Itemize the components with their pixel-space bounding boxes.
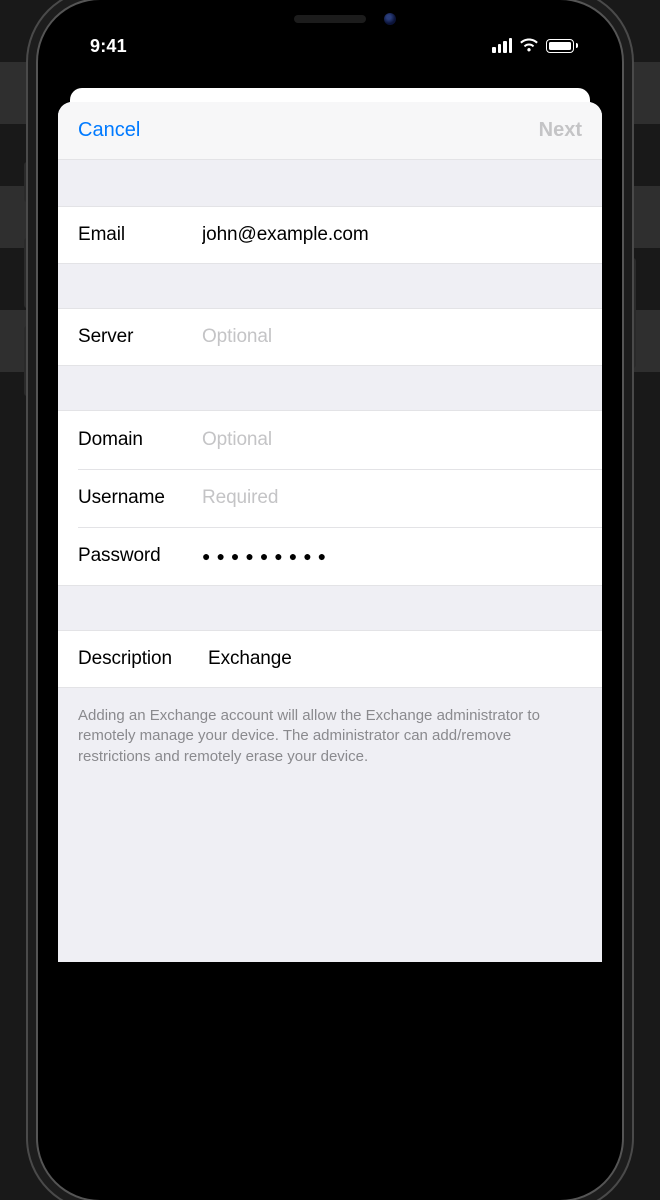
description-label: Description [78,648,208,670]
email-row[interactable]: Email [58,206,602,264]
phone-frame: 9:41 Cancel Next [38,0,622,1200]
username-row[interactable]: Username [58,469,602,527]
password-row[interactable]: Password ●●●●●●●●● [58,527,602,585]
description-field[interactable] [208,648,582,670]
mute-switch [24,162,30,202]
front-camera [384,13,396,25]
notch [200,0,460,42]
volume-down-button [24,326,30,396]
server-label: Server [78,326,202,348]
footer-disclaimer: Adding an Exchange account will allow th… [58,688,602,785]
power-button [630,258,636,368]
cancel-button[interactable]: Cancel [78,119,140,142]
wifi-icon [519,38,539,53]
next-button[interactable]: Next [539,119,582,142]
domain-label: Domain [78,429,202,451]
status-icons [492,38,578,53]
navigation-bar: Cancel Next [58,102,602,160]
speaker-grille [294,15,366,23]
server-row[interactable]: Server [58,308,602,366]
email-label: Email [78,224,202,246]
domain-row[interactable]: Domain [58,411,602,469]
section-spacer [58,586,602,630]
battery-icon [546,39,578,53]
volume-up-button [24,238,30,308]
section-spacer [58,160,602,206]
phone-screen: 9:41 Cancel Next [58,18,602,1182]
username-field[interactable] [202,487,582,509]
description-row[interactable]: Description [58,630,602,688]
password-field[interactable]: ●●●●●●●●● [202,548,332,564]
exchange-setup-sheet: Cancel Next Email Server Domain [58,102,602,962]
section-spacer [58,264,602,308]
domain-field[interactable] [202,429,582,451]
username-label: Username [78,487,202,509]
password-label: Password [78,545,202,567]
server-field[interactable] [202,326,582,348]
status-time: 9:41 [90,36,127,57]
section-spacer [58,366,602,410]
cellular-icon [492,38,512,53]
email-field[interactable] [202,224,582,246]
